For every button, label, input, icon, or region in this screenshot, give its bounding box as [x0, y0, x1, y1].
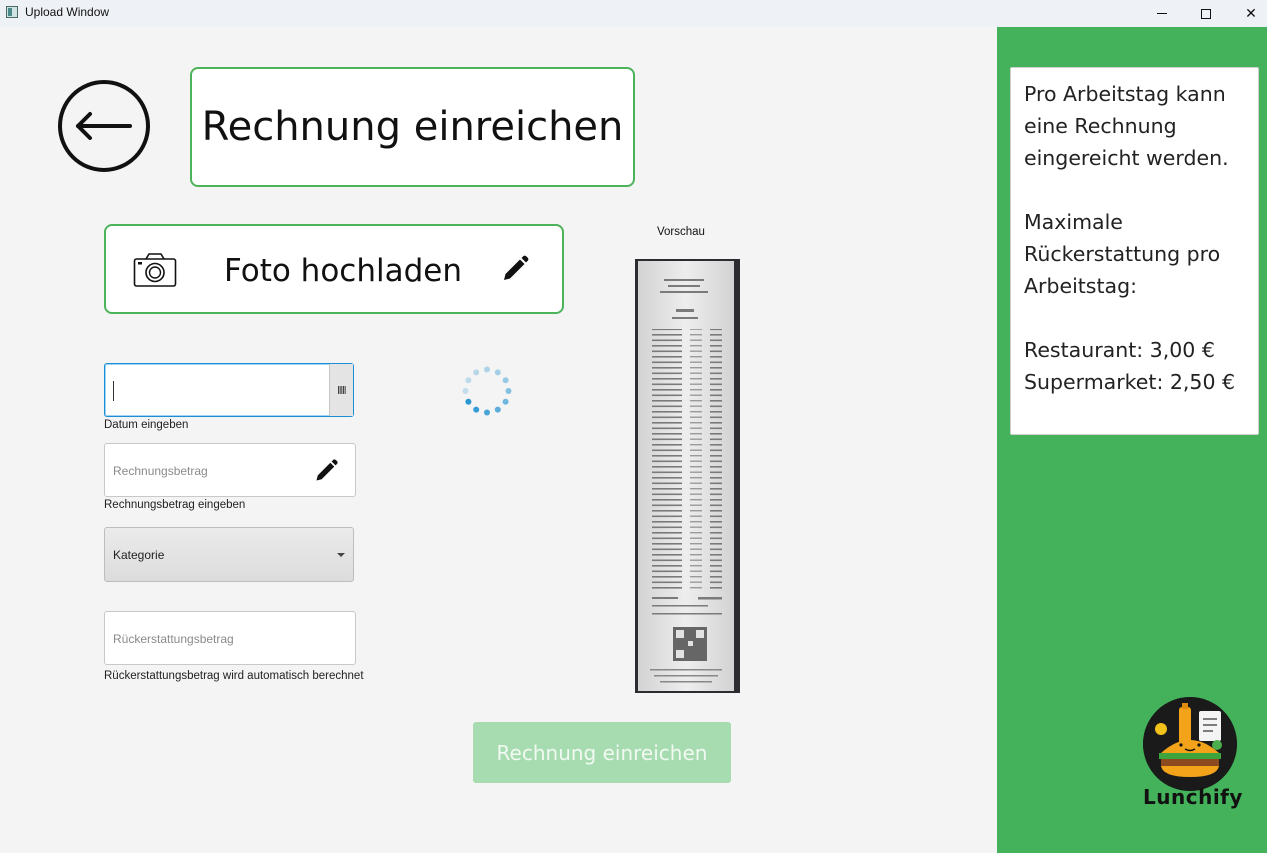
- pencil-icon: [316, 459, 338, 481]
- refund-amount-placeholder: Rückerstattungsbetrag: [113, 632, 234, 646]
- side-panel: Pro Arbeitstag kann eine Rechnung einger…: [997, 27, 1267, 853]
- info-box: Pro Arbeitstag kann eine Rechnung einger…: [1010, 67, 1259, 435]
- title-bar: Upload Window ✕: [0, 0, 1267, 27]
- upload-photo-button[interactable]: Foto hochladen: [104, 224, 564, 314]
- logo-text: Lunchify: [1143, 785, 1243, 809]
- chevron-down-icon: [337, 553, 345, 557]
- info-text-restaurant: Restaurant: 3,00 €: [1024, 338, 1215, 362]
- submit-invoice-button[interactable]: Rechnung einreichen: [473, 722, 731, 783]
- upload-photo-label: Foto hochladen: [224, 253, 462, 289]
- maximize-button[interactable]: [1183, 0, 1229, 27]
- category-dropdown[interactable]: Kategorie: [104, 527, 354, 582]
- close-icon: ✕: [1245, 5, 1257, 22]
- invoice-amount-placeholder: Rechnungsbetrag: [113, 464, 208, 478]
- date-picker-button[interactable]: [329, 364, 353, 416]
- info-text-daily-limit: Pro Arbeitstag kann eine Rechnung einger…: [1024, 82, 1229, 170]
- lunchify-logo-icon: [1143, 697, 1237, 791]
- window-title: Upload Window: [25, 5, 110, 19]
- arrow-left-icon: [76, 112, 132, 140]
- date-input[interactable]: [104, 363, 354, 417]
- info-text-max-refund: Maximale Rückerstattung pro Arbeitstag:: [1024, 210, 1221, 298]
- maximize-icon: [1201, 8, 1211, 19]
- calendar-icon: [337, 386, 346, 394]
- camera-icon: [133, 253, 177, 287]
- info-text-supermarket: Supermarket: 2,50 €: [1024, 370, 1236, 394]
- refund-amount-field: Rückerstattungsbetrag: [104, 611, 356, 665]
- app-icon: [6, 6, 18, 18]
- close-button[interactable]: ✕: [1228, 0, 1267, 27]
- date-caption: Datum eingeben: [104, 419, 189, 431]
- pencil-icon: [504, 255, 529, 280]
- receipt-photo: [638, 261, 734, 691]
- minimize-button[interactable]: [1139, 0, 1185, 27]
- refund-amount-caption: Rückerstattungsbetrag wird automatisch b…: [104, 670, 364, 682]
- text-caret: [113, 381, 114, 401]
- category-selected-value: Kategorie: [113, 548, 165, 562]
- back-button[interactable]: [58, 80, 150, 172]
- minimize-icon: [1157, 13, 1167, 14]
- page-title: Rechnung einreichen: [190, 67, 635, 187]
- loading-spinner-icon: [462, 366, 512, 416]
- preview-label: Vorschau: [657, 226, 705, 238]
- invoice-amount-input[interactable]: Rechnungsbetrag: [104, 443, 356, 497]
- receipt-preview-image: [635, 259, 740, 693]
- invoice-amount-caption: Rechnungsbetrag eingeben: [104, 499, 246, 511]
